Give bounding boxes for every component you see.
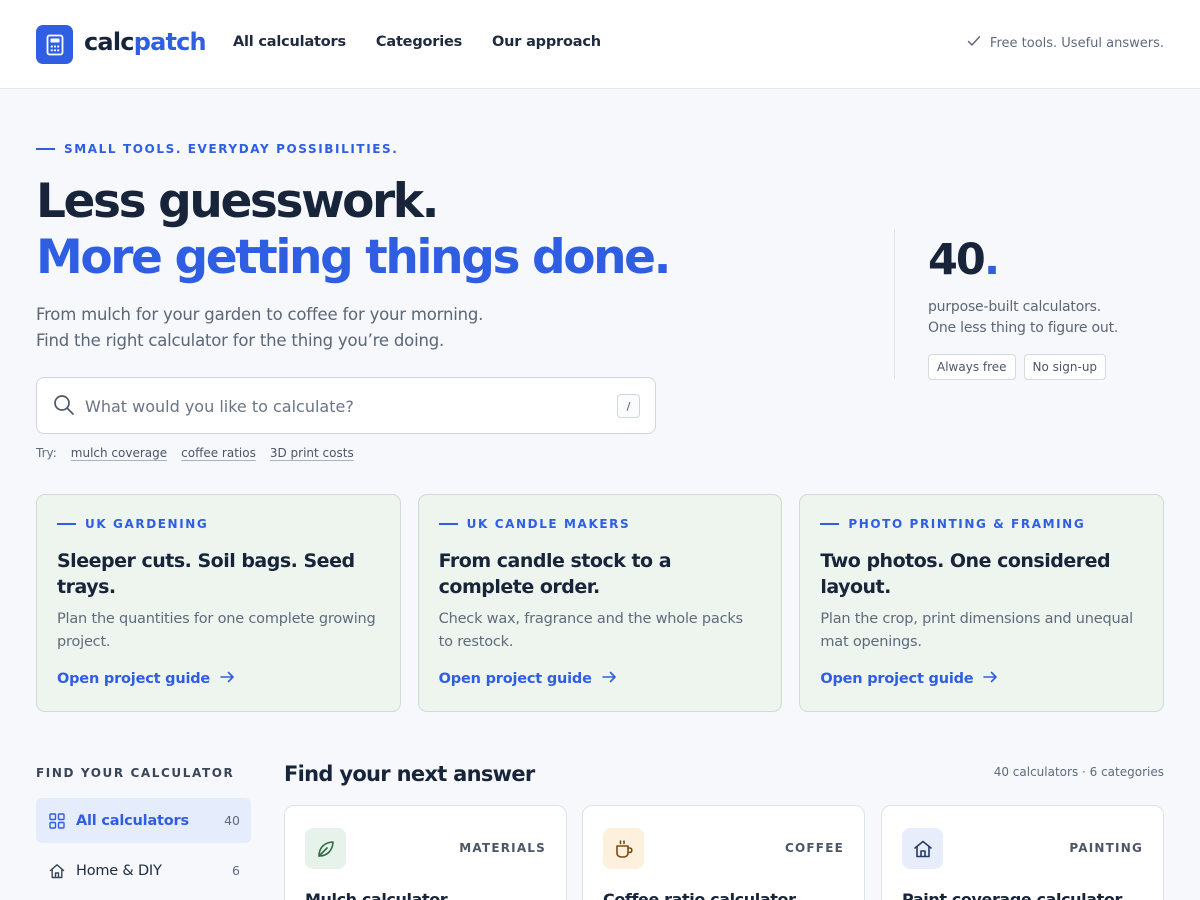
stat-description: purpose-built calculators. One less thin… [928,297,1164,339]
house-icon [902,828,943,869]
search-icon [53,394,75,420]
guide-eyebrow-text: PHOTO PRINTING & FRAMING [848,517,1086,531]
sidebar-item-count: 40 [224,813,240,828]
try-link-mulch-coverage[interactable]: mulch coverage [71,446,167,460]
guide-card[interactable]: UK CANDLE MAKERS From candle stock to a … [417,494,783,712]
logo-prefix: calc [84,28,134,56]
calculator-icon[interactable] [36,25,73,64]
guide-description: Plan the quantities for one complete gro… [57,611,376,650]
hero-subtitle-line2: Find the right calculator for the thing … [36,331,445,350]
logo-suffix: patch [133,28,207,56]
guide-card[interactable]: PHOTO PRINTING & FRAMING Two photos. One… [799,494,1165,712]
hero-subtitle: From mulch for your garden to coffee for… [36,302,483,354]
stat-number: 40. [928,234,1164,286]
hero-title-line2: More getting things done. [36,230,672,285]
badge-no-sign-up: No sign-up [1023,354,1107,380]
calculator-card-paint[interactable]: PAINTING Paint coverage calculator [881,805,1164,900]
calculator-count-stat: 40. purpose-built calculators. One less … [894,229,1164,380]
hero-title: Less guesswork. More getting things done… [36,174,672,286]
header-tagline: Free tools. Useful answers. [967,35,1164,51]
badge-always-free: Always free [928,354,1016,380]
guide-eyebrow-text: UK CANDLE MAKERS [466,517,631,531]
coffee-cup-icon [603,828,644,869]
hero-eyebrow: SMALL TOOLS. EVERYDAY POSSIBILITIES. [36,142,398,156]
nav-our-approach[interactable]: Our approach [492,34,601,50]
sidebar-item-label: Home & DIY [76,862,162,879]
open-project-guide-link[interactable]: Open project guide [439,671,617,687]
stat-desc-line2: One less thing to figure out. [928,320,1119,336]
calculator-category: COFFEE [785,841,844,855]
sidebar-item-count: 6 [232,863,240,878]
try-link-coffee-ratios[interactable]: coffee ratios [181,446,256,460]
site-header: calcpatch All calculators Categories Our… [0,0,1200,89]
results-title: Find your next answer [284,762,535,786]
calculator-name: Mulch calculator [305,890,448,900]
tagline-text: Free tools. Useful answers. [989,35,1164,51]
sidebar-item-label: All calculators [76,812,189,829]
search-box[interactable]: / [36,377,656,434]
open-project-guide-link[interactable]: Open project guide [820,671,998,687]
guide-eyebrow: PHOTO PRINTING & FRAMING [820,517,1143,531]
guide-eyebrow: UK GARDENING [57,517,380,531]
grid-icon [48,812,65,829]
project-guides: UK GARDENING Sleeper cuts. Soil bags. Se… [36,494,1165,712]
stat-number-value: 40 [928,235,986,285]
try-label: Try: [36,446,57,460]
stat-badges: Always free No sign-up [928,354,1164,380]
arrow-right-icon [601,671,617,687]
calculator-name: Coffee ratio calculator [603,890,796,900]
open-project-guide-link[interactable]: Open project guide [57,671,235,687]
guide-eyebrow: UK CANDLE MAKERS [438,517,762,531]
nav-all-calculators[interactable]: All calculators [233,34,346,50]
results-meta: 40 calculators · 6 categories [993,765,1164,779]
arrow-right-icon [220,671,235,687]
stat-number-dot: . [983,235,1000,285]
home-icon [48,862,65,879]
try-link-3d-print-costs[interactable]: 3D print costs [270,446,354,460]
logo-wordmark[interactable]: calcpatch [84,28,207,56]
main-nav: All calculators Categories Our approach [233,34,601,50]
eyebrow-dash [36,148,55,150]
guide-link-label: Open project guide [438,671,592,687]
hero-title-line1: Less guesswork. [36,174,439,229]
guide-title: From candle stock to a complete order. [438,550,672,598]
calculator-card-coffee[interactable]: COFFEE Coffee ratio calculator [582,805,865,900]
guide-eyebrow-dash [438,523,458,525]
guide-title: Sleeper cuts. Soil bags. Seed trays. [57,550,355,598]
guide-card[interactable]: UK GARDENING Sleeper cuts. Soil bags. Se… [36,494,401,712]
guide-eyebrow-dash [820,523,840,525]
sidebar-item-home-diy[interactable]: Home & DIY 6 [36,848,251,893]
check-icon [967,35,981,51]
sidebar-item-all-calculators[interactable]: All calculators 40 [36,798,251,843]
calculator-card-mulch[interactable]: MATERIALS Mulch calculator [284,805,567,900]
hero-subtitle-line1: From mulch for your garden to coffee for… [36,305,484,324]
guide-description: Check wax, fragrance and the whole packs… [438,611,743,650]
search-shortcut-key: / [617,394,640,418]
sidebar-title: FIND YOUR CALCULATOR [36,766,235,780]
hero-eyebrow-text: SMALL TOOLS. EVERYDAY POSSIBILITIES. [64,142,399,156]
guide-description: Plan the crop, print dimensions and uneq… [820,611,1133,650]
guide-link-label: Open project guide [57,671,211,687]
calculator-category: PAINTING [1069,841,1143,855]
arrow-right-icon [983,671,998,687]
guide-link-label: Open project guide [820,671,974,687]
search-input[interactable] [85,392,605,420]
try-suggestions: Try: mulch coverage coffee ratios 3D pri… [36,446,354,460]
stat-desc-line1: purpose-built calculators. [928,299,1101,315]
calculator-name: Paint coverage calculator [902,890,1122,900]
nav-categories[interactable]: Categories [376,34,462,50]
leaf-icon [305,828,346,869]
calculator-category: MATERIALS [459,841,546,855]
guide-eyebrow-dash [57,523,76,525]
guide-eyebrow-text: UK GARDENING [85,517,209,531]
guide-title: Two photos. One considered layout. [820,550,1111,598]
